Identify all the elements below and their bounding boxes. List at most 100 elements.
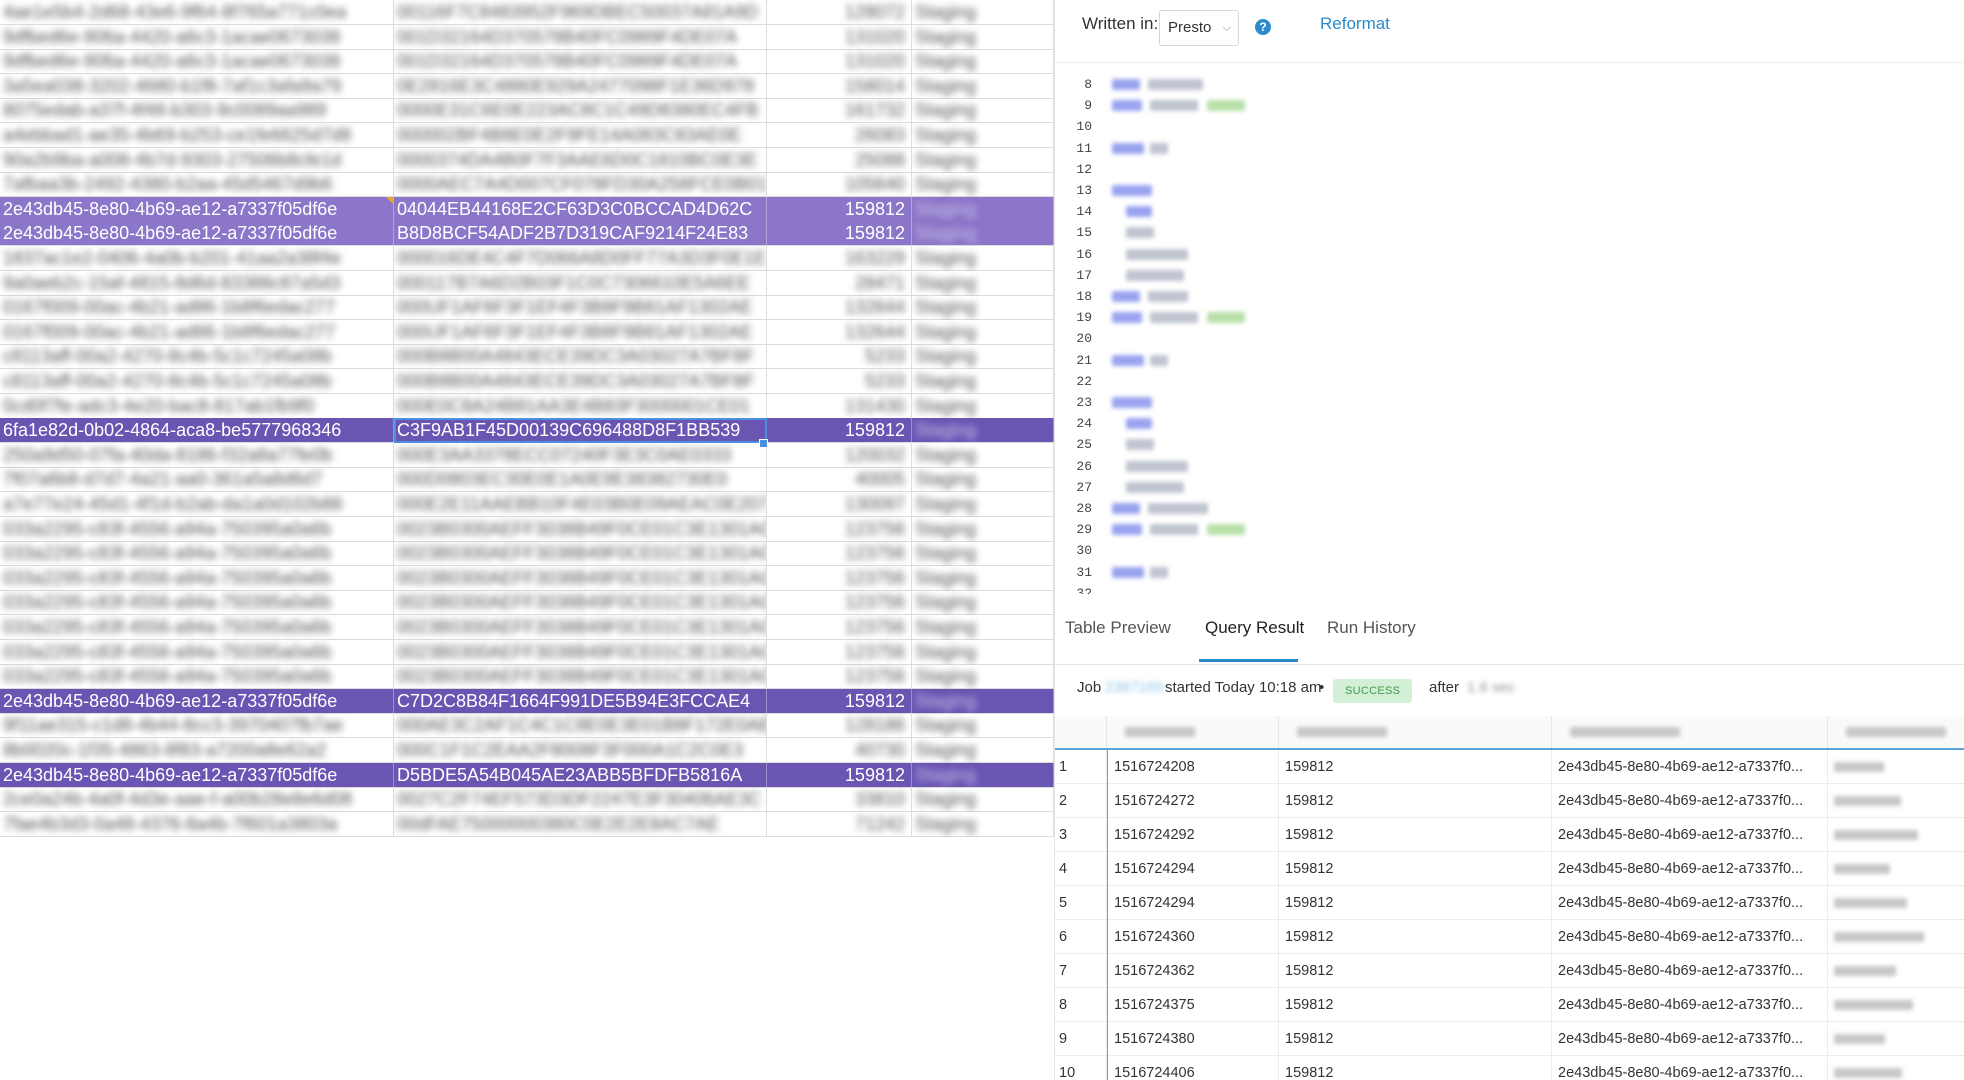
code-line[interactable]: 24 [1055, 413, 1964, 434]
spreadsheet-cell[interactable]: 000016DE4C4F7D066A8D0FF77A3D3F0E1E [394, 246, 767, 271]
code-line[interactable]: 16 [1055, 244, 1964, 265]
spreadsheet-cell[interactable]: 000117B7A6D2B03F1C0C7306610E5A6EE [394, 271, 767, 296]
spreadsheet-cell[interactable]: Staging [912, 0, 1054, 25]
spreadsheet-cell[interactable]: Staging [912, 541, 1054, 566]
spreadsheet-cell[interactable]: 159812 [767, 689, 912, 714]
spreadsheet-cell[interactable]: 2ce0a24b-4a0f-4d3e-aae-f-a00b28e8e6d08 [0, 787, 394, 812]
spreadsheet-cell[interactable]: c8113aff-00a2-4270-8c4b-5c1c7245a08b [0, 344, 394, 369]
spreadsheet-cell[interactable]: 00116F7C8483952F969DBEC50037A81A9D [394, 0, 767, 25]
spreadsheet-cell[interactable]: Staging [912, 517, 1054, 542]
spreadsheet-row[interactable]: 2e43db45-8e80-4b69-ae12-a7337f05df6e 0404… [0, 197, 1054, 222]
code-line[interactable]: 19 [1055, 307, 1964, 328]
table-row[interactable]: 9 1516724380 159812 2e43db45-8e80-4b69-ae12… [1055, 1022, 1964, 1056]
spreadsheet-cell[interactable]: 123756 [767, 517, 912, 542]
spreadsheet-cell[interactable]: 2e43db45-8e80-4b69-ae12-a7337f05df6e [0, 221, 394, 246]
spreadsheet-cell[interactable]: 90a2b9ba-a008-4b7d-9303-27506b8cfe1d [0, 148, 394, 173]
spreadsheet-cell[interactable]: Staging [912, 566, 1054, 591]
code-line[interactable]: 14 [1055, 201, 1964, 222]
spreadsheet-cell[interactable]: 163229 [767, 246, 912, 271]
spreadsheet-row[interactable]: 7afbaa3b-2492-4380-b2aa-45d5467d9b6 0000A… [0, 172, 1054, 197]
spreadsheet-cell[interactable]: a7e77e24-45d1-4f1d-b2ab-da1a0d102b88 [0, 492, 394, 517]
code-line[interactable]: 29 [1055, 519, 1964, 540]
spreadsheet-cell[interactable]: Staging [912, 172, 1054, 197]
spreadsheet-cell[interactable]: 105640 [767, 172, 912, 197]
spreadsheet-cell[interactable]: Staging [912, 787, 1054, 812]
table-row[interactable]: 7 1516724362 159812 2e43db45-8e80-4b69-ae12… [1055, 954, 1964, 988]
spreadsheet-cell[interactable]: Staging [912, 123, 1054, 148]
spreadsheet-cell[interactable]: 000E3AA3378ECC07240F3E3C0AE0333 [394, 443, 767, 468]
spreadsheet-cell[interactable]: 159812 [767, 221, 912, 246]
spreadsheet-cell[interactable]: 0023B0300AEFF3038B49F0CE01C3E1301ACE1 [394, 664, 767, 689]
spreadsheet-row[interactable]: 033a2295-c83f-4556-a94a-750395a0a6b 0023B… [0, 640, 1054, 665]
spreadsheet-cell[interactable]: 123756 [767, 590, 912, 615]
spreadsheet-cell[interactable]: C7D2C8B84F1664F991DE5B94E3FCCAE4 [394, 689, 767, 714]
spreadsheet-cell[interactable]: 033a2295-c83f-4556-a94a-750395a0a6b [0, 541, 394, 566]
spreadsheet-cell[interactable]: C3F9AB1F45D00139C696488D8F1BB539 [394, 418, 767, 443]
spreadsheet-cell[interactable]: 000C1F1C2EAA2F8008F3F000A1C2C0E3 [394, 738, 767, 763]
spreadsheet-row[interactable]: 033a2295-c83f-4556-a94a-750395a0a6b 0023B… [0, 566, 1054, 591]
code-line[interactable]: 13 [1055, 180, 1964, 201]
spreadsheet-cell[interactable]: 00dFAE75000000380C0E2E2E8AC7AE [394, 812, 767, 837]
spreadsheet-cell[interactable]: c8113aff-00a2-4270-8c4b-5c1c7245a08b [0, 369, 394, 394]
code-line[interactable]: 15 [1055, 222, 1964, 243]
spreadsheet-row[interactable]: 033a2295-c83f-4556-a94a-750395a0a6b 0023B… [0, 615, 1054, 640]
spreadsheet-cell[interactable]: 0023B0300AEFF3038B49F0CE01C3E1301ACE1 [394, 615, 767, 640]
spreadsheet-cell[interactable]: 40005 [767, 467, 912, 492]
spreadsheet-cell[interactable]: 9dfbed6e-906a-4420-a6c3-1acae0673038 [0, 25, 394, 50]
spreadsheet-cell[interactable]: 1837ac1e2-0406-4a0b-b201-41aa2a38f4e [0, 246, 394, 271]
spreadsheet-row[interactable]: 033a2295-c83f-4556-a94a-750395a0a6b 0023B… [0, 517, 1054, 542]
code-line[interactable]: 10 [1055, 116, 1964, 137]
spreadsheet-cell[interactable]: 2e43db45-8e80-4b69-ae12-a7337f05df6e [0, 689, 394, 714]
spreadsheet-cell[interactable]: 7afbaa3b-2492-4380-b2aa-45d5467d9b6 [0, 172, 394, 197]
spreadsheet-cell[interactable]: 7f07a6b8-d7d7-4a21-aa0-361a5a8d6d7 [0, 467, 394, 492]
spreadsheet-cell[interactable]: Staging [912, 763, 1054, 788]
spreadsheet-cell[interactable]: 2e43db45-8e80-4b69-ae12-a7337f05df6e [0, 763, 394, 788]
spreadsheet-cell[interactable]: Staging [912, 467, 1054, 492]
spreadsheet-row[interactable]: 250a9d50-07fa-40da-8186-f32a8a77fe0b 000E… [0, 443, 1054, 468]
code-line[interactable]: 28 [1055, 498, 1964, 519]
spreadsheet-cell[interactable]: 000AE3C2AF1C4C1C8E0E3E01B8F172E0AE [394, 713, 767, 738]
spreadsheet-row[interactable]: a7e77e24-45d1-4f1d-b2ab-da1a0d102b88 000E… [0, 492, 1054, 517]
table-row[interactable]: 10 1516724406 159812 2e43db45-8e80-4b69-ae1… [1055, 1056, 1964, 1080]
spreadsheet-row[interactable]: 6fa1e82d-0b02-4864-aca8-be5777968346 C3F9… [0, 418, 1054, 443]
spreadsheet-cell[interactable]: 123756 [767, 541, 912, 566]
sql-editor[interactable]: 8 9 10 11 12 13 14 15 16 17 18 19 20 21 22 23 24 25 26 27 28… [1055, 74, 1964, 594]
spreadsheet-cell[interactable]: Staging [912, 738, 1054, 763]
spreadsheet-cell[interactable]: 6fa1e82d-0b02-4864-aca8-be5777968346 [0, 418, 394, 443]
spreadsheet-cell[interactable]: 28471 [767, 271, 912, 296]
spreadsheet-row[interactable]: 8075edab-a37f-4f48-b303-9c0089aa989 0000E… [0, 98, 1054, 123]
tab-query-result[interactable]: Query Result [1205, 618, 1304, 638]
spreadsheet-cell[interactable]: 0000AEC7A4D007CF078FD30A258FCE0B01 [394, 172, 767, 197]
spreadsheet-cell[interactable]: 9f11ae315-c1d8-4b44-8cc3-3970407fb7ae [0, 713, 394, 738]
spreadsheet-row[interactable]: 0167f009-00ac-4b21-ad86-1b8f6edac277 000U… [0, 320, 1054, 345]
spreadsheet-row[interactable]: 90a2b9ba-a008-4b7d-9303-27506b8cfe1d 0000… [0, 148, 1054, 173]
code-line[interactable]: 23 [1055, 392, 1964, 413]
code-line[interactable]: 17 [1055, 265, 1964, 286]
spreadsheet-cell[interactable]: 0023B0300AEFF3038B49F0CE01C3E1301ACE1 [394, 590, 767, 615]
spreadsheet-cell[interactable]: 0023B0300AEFF3038B49F0CE01C3E1301ACE1 [394, 541, 767, 566]
spreadsheet-cell[interactable]: 8b0020c-1f35-4863-8f83-a7200a8e62a2 [0, 738, 394, 763]
spreadsheet-cell[interactable]: 033a2295-c83f-4556-a94a-750395a0a6b [0, 640, 394, 665]
spreadsheet-row[interactable]: c8113aff-00a2-4270-8c4b-5c1c7245a08b 000B… [0, 369, 1054, 394]
spreadsheet-cell[interactable]: 25088 [767, 148, 912, 173]
spreadsheet-cell[interactable]: 001D32164D370578B40FC0989F4DE07A [394, 49, 767, 74]
spreadsheet-cell[interactable]: 033a2295-c83f-4556-a94a-750395a0a6b [0, 615, 394, 640]
spreadsheet-row[interactable]: a4ebbad1-ae35-4b69-b253-ce1fe6625d7d8 000… [0, 123, 1054, 148]
spreadsheet-cell[interactable]: a4ebbad1-ae35-4b69-b253-ce1fe6625d7d8 [0, 123, 394, 148]
spreadsheet-cell[interactable]: 131020 [767, 49, 912, 74]
spreadsheet-row[interactable]: 0cd0f7fe-adc3-4e20-bac8-817ab1fb9f0 000E0… [0, 394, 1054, 419]
spreadsheet-row[interactable]: 7f07a6b8-d7d7-4a21-aa0-361a5a8d6d7 000D08… [0, 467, 1054, 492]
code-line[interactable]: 25 [1055, 434, 1964, 455]
spreadsheet-cell[interactable]: Staging [912, 689, 1054, 714]
spreadsheet-cell[interactable]: Staging [912, 320, 1054, 345]
spreadsheet-row[interactable]: 9dfbed6e-906a-4420-a6c3-1acae0673038 001D… [0, 25, 1054, 50]
spreadsheet-cell[interactable]: Staging [912, 812, 1054, 837]
code-line[interactable]: 18 [1055, 286, 1964, 307]
code-line[interactable]: 27 [1055, 477, 1964, 498]
spreadsheet-row[interactable]: 0167f009-00ac-4b21-ad86-1b8f6edac277 000U… [0, 295, 1054, 320]
spreadsheet-cell[interactable]: 159812 [767, 418, 912, 443]
spreadsheet-row[interactable]: 2e43db45-8e80-4b69-ae12-a7337f05df6e C7D2… [0, 689, 1054, 714]
spreadsheet-cell[interactable]: 71242 [767, 812, 912, 837]
spreadsheet-row[interactable]: 9dfbed6e-906a-4420-a6c3-1acae0673038 001D… [0, 49, 1054, 74]
table-row[interactable]: 4 1516724294 159812 2e43db45-8e80-4b69-ae12… [1055, 852, 1964, 886]
